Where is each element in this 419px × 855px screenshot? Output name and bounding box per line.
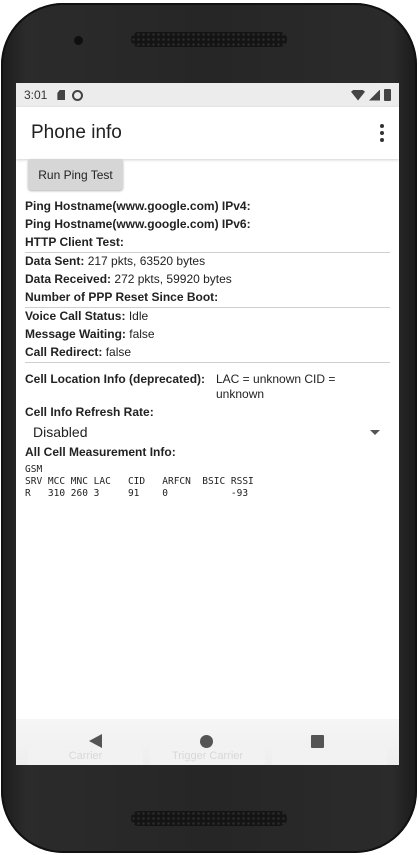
cell-location-value: LAC = unknown CID = unknown <box>216 372 336 401</box>
ghost-carrier-button: Carrier <box>28 747 143 765</box>
cell-table-header: SRV MCC MNC LAC CID ARFCN BSIC RSSI <box>25 476 254 487</box>
divider <box>25 362 390 363</box>
refresh-rate-selected: Disabled <box>33 424 88 440</box>
status-bar: 3:01 <box>16 83 399 107</box>
ppp-reset-label: Number of PPP Reset Since Boot: <box>25 290 219 304</box>
status-time: 3:01 <box>24 88 48 102</box>
bottom-speaker-grille <box>131 811 287 826</box>
sync-icon <box>72 89 84 101</box>
cell-table-row: R 310 260 3 91 0 -93 <box>25 488 249 499</box>
ghost-button <box>272 747 387 765</box>
navigation-bar: Carrier Trigger Carrier <box>16 719 399 765</box>
divider <box>25 307 390 308</box>
ping-ipv6-label: Ping Hostname(www.google.com) IPv6: <box>25 217 251 231</box>
http-client-label: HTTP Client Test: <box>25 235 124 249</box>
home-icon[interactable] <box>200 735 213 748</box>
ping-ipv4-label: Ping Hostname(www.google.com) IPv4: <box>25 199 251 213</box>
ghost-trigger-carrier-button: Trigger Carrier <box>150 747 265 765</box>
divider <box>25 252 390 253</box>
device-frame: 3:01 Phone info Run Ping Test Ping Hostn… <box>0 0 419 855</box>
wifi-icon <box>351 89 365 101</box>
data-received-label: Data Received: <box>25 272 112 286</box>
page-title: Phone info <box>31 122 122 143</box>
data-sent-row: Data Sent: 217 pkts, 63520 bytes <box>25 254 205 269</box>
overflow-menu-icon[interactable] <box>380 124 384 142</box>
call-redirect-row: Call Redirect: false <box>25 345 131 360</box>
front-camera <box>74 36 83 45</box>
battery-icon <box>384 89 391 101</box>
all-cell-row: All Cell Measurement Info: <box>25 445 176 460</box>
data-received-value: 272 pkts, 59920 bytes <box>114 272 232 286</box>
back-icon[interactable] <box>89 734 102 748</box>
refresh-rate-dropdown[interactable]: Disabled <box>25 421 380 443</box>
signal-icon <box>369 89 380 101</box>
http-client-row: HTTP Client Test: <box>25 235 124 250</box>
ppp-reset-row: Number of PPP Reset Since Boot: <box>25 290 218 305</box>
top-speaker-grille <box>131 32 287 47</box>
run-ping-test-button[interactable]: Run Ping Test <box>28 159 123 190</box>
data-sent-value: 217 pkts, 63520 bytes <box>87 254 206 268</box>
message-waiting-row: Message Waiting: false <box>25 327 155 342</box>
message-waiting-value: false <box>129 327 155 341</box>
dropdown-arrow-icon <box>370 430 380 435</box>
all-cell-label: All Cell Measurement Info: <box>25 445 176 459</box>
refresh-rate-label: Cell Info Refresh Rate: <box>25 405 154 419</box>
recent-apps-icon[interactable] <box>311 735 324 748</box>
voice-call-row: Voice Call Status: Idle <box>25 309 148 324</box>
sd-card-icon <box>57 90 66 100</box>
data-sent-label: Data Sent: <box>25 254 85 268</box>
cell-network-type: GSM <box>25 464 43 475</box>
cell-location-label: Cell Location Info (deprecated): <box>25 372 206 386</box>
voice-call-label: Voice Call Status: <box>25 309 126 323</box>
call-redirect-value: false <box>105 345 132 359</box>
call-redirect-label: Call Redirect: <box>25 345 103 359</box>
ping-ipv4-row: Ping Hostname(www.google.com) IPv4: <box>25 199 251 214</box>
data-received-row: Data Received: 272 pkts, 59920 bytes <box>25 272 232 287</box>
message-waiting-label: Message Waiting: <box>25 327 126 341</box>
ping-ipv6-row: Ping Hostname(www.google.com) IPv6: <box>25 217 251 232</box>
voice-call-value: Idle <box>128 309 149 323</box>
status-icons <box>351 89 391 101</box>
refresh-rate-row: Cell Info Refresh Rate: <box>25 405 154 420</box>
screen: 3:01 Phone info Run Ping Test Ping Hostn… <box>16 83 399 765</box>
app-bar: Phone info <box>16 107 399 159</box>
